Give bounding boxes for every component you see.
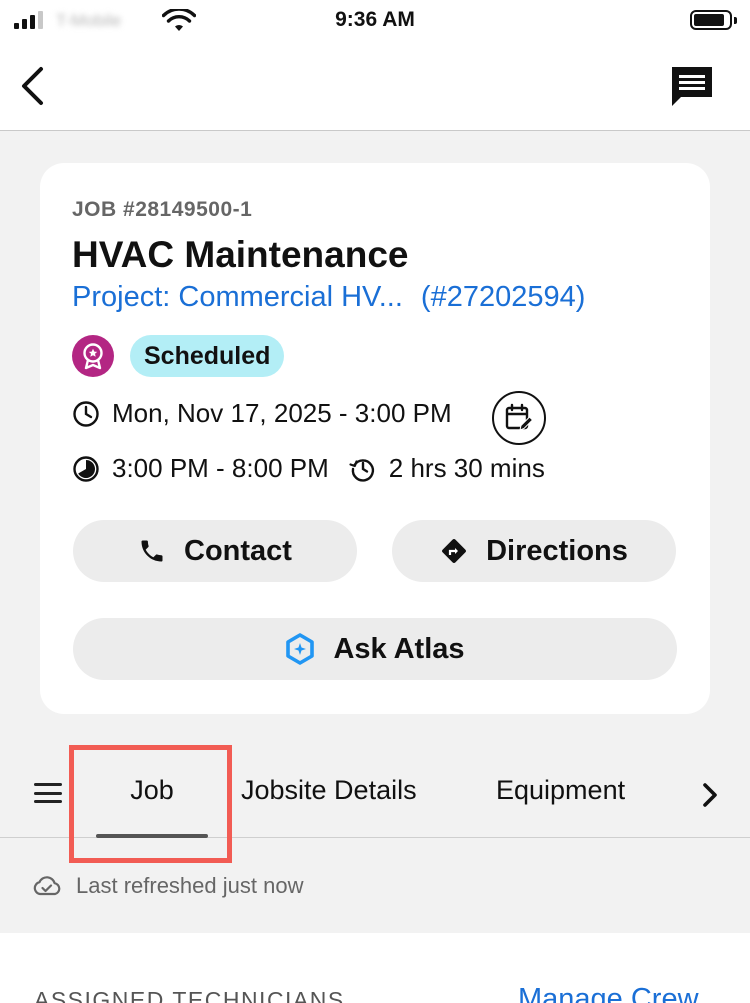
job-title: HVAC Maintenance [72, 234, 409, 275]
battery-icon [690, 10, 737, 30]
clock-icon [72, 400, 100, 428]
calendar-edit-icon [505, 403, 534, 431]
tab-job[interactable]: Job [96, 775, 208, 806]
edit-schedule-button[interactable] [492, 391, 546, 445]
duration-group: 2 hrs 30 mins [349, 453, 545, 484]
assigned-technicians-heading: ASSIGNED TECHNICIANS [34, 987, 345, 1003]
history-icon [349, 455, 377, 483]
time-window: 3:00 PM - 8:00 PM [112, 453, 329, 483]
status-time: 9:36 AM [335, 8, 415, 31]
time-window-row: 3:00 PM - 8:00 PM 2 hrs 30 mins [72, 453, 545, 484]
last-refreshed-text: Last refreshed just now [76, 873, 304, 898]
message-icon [672, 67, 712, 106]
tab-jobsite-details[interactable]: Jobsite Details [241, 775, 417, 806]
tab-equipment[interactable]: Equipment [496, 775, 625, 806]
contact-button[interactable]: Contact [73, 520, 357, 582]
directions-icon [440, 537, 468, 565]
project-link[interactable]: Project: Commercial HV... (#27202594) [72, 281, 585, 314]
ask-atlas-label: Ask Atlas [333, 632, 465, 665]
tab-selected-indicator [96, 834, 208, 838]
manage-crew-link[interactable]: Manage Crew [518, 983, 699, 1003]
project-id: (#27202594) [420, 281, 586, 313]
project-label: Project: Commercial HV... [72, 281, 403, 313]
chevron-right-icon [703, 783, 717, 807]
technicians-section: ASSIGNED TECHNICIANS Manage Crew [0, 933, 750, 1003]
ask-atlas-button[interactable]: Ask Atlas [73, 618, 677, 680]
hamburger-menu-icon[interactable] [34, 781, 62, 805]
back-button[interactable] [14, 64, 50, 108]
cloud-check-icon [32, 875, 62, 897]
directions-label: Directions [486, 534, 628, 567]
tab-bar: Job Jobsite Details Equipment [0, 745, 750, 838]
phone-icon [138, 537, 166, 565]
atlas-icon [285, 633, 315, 665]
chevron-left-icon [22, 67, 43, 105]
contact-label: Contact [184, 534, 292, 567]
scheduled-date: Mon, Nov 17, 2025 - 3:00 PM [112, 398, 452, 428]
scheduled-date-row: Mon, Nov 17, 2025 - 3:00 PM [72, 398, 452, 429]
job-card: JOB #28149500-1 HVAC Maintenance Project… [40, 163, 710, 714]
status-bar: T-Mobile 9:36 AM [0, 0, 750, 40]
job-number: JOB #28149500-1 [72, 198, 253, 221]
directions-button[interactable]: Directions [392, 520, 676, 582]
message-button[interactable] [666, 64, 718, 108]
award-icon [72, 335, 114, 377]
duration: 2 hrs 30 mins [388, 453, 545, 483]
status-badge: Scheduled [130, 335, 285, 377]
time-window-icon [72, 455, 100, 483]
last-refreshed: Last refreshed just now [32, 873, 303, 899]
tab-scroll-right-button[interactable] [696, 779, 724, 811]
nav-bar [0, 40, 750, 131]
